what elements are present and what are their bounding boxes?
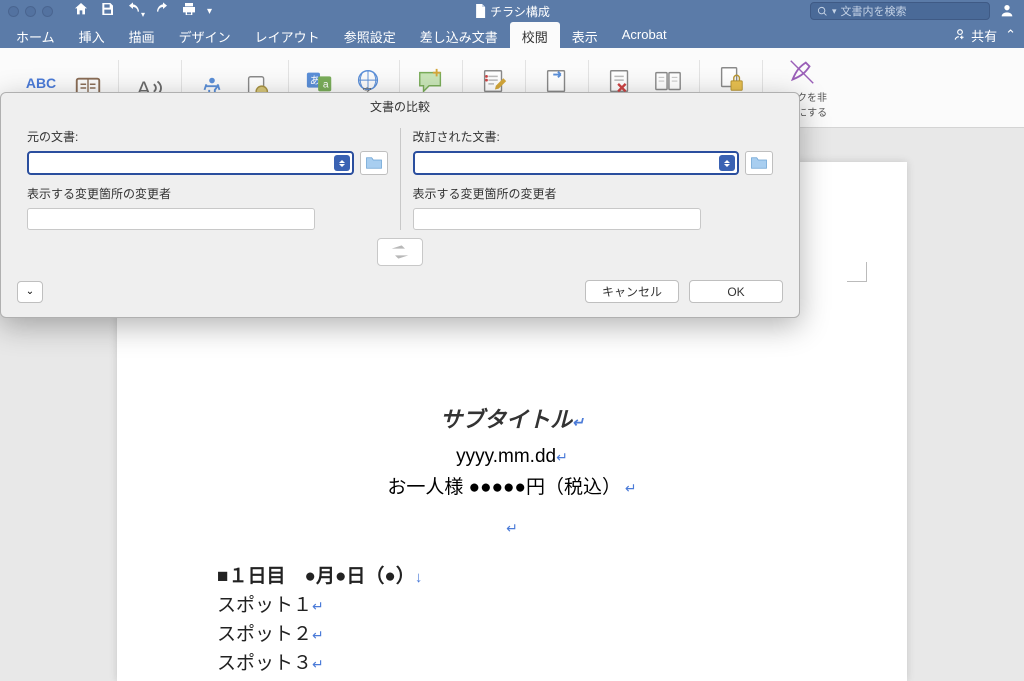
account-icon[interactable]	[998, 2, 1016, 20]
crop-mark-icon	[847, 262, 867, 282]
cancel-button[interactable]: キャンセル	[585, 280, 679, 303]
svg-text:a: a	[323, 80, 329, 91]
home-icon[interactable]	[73, 1, 89, 22]
redo-icon[interactable]	[155, 1, 171, 22]
revised-doc-combo[interactable]	[413, 151, 740, 175]
blank-line: ↵	[217, 517, 807, 539]
save-icon[interactable]	[99, 1, 115, 22]
titlebar: ▾ ▾ チラシ構成 ▾ 文書内を検索	[0, 0, 1024, 22]
tab-acrobat[interactable]: Acrobat	[610, 22, 679, 48]
original-doc-combo[interactable]	[27, 151, 354, 175]
tab-review[interactable]: 校閲	[510, 22, 560, 48]
original-label: 元の文書:	[27, 128, 388, 145]
spot-2: スポット２↵	[217, 619, 807, 646]
search-placeholder: 文書内を検索	[841, 3, 907, 19]
revised-browse-button[interactable]	[745, 151, 773, 175]
tab-design[interactable]: デザイン	[167, 22, 243, 48]
tab-insert[interactable]: 挿入	[67, 22, 117, 48]
combo-arrows-icon	[719, 155, 735, 171]
revised-changes-label: 表示する変更箇所の変更者	[413, 185, 774, 202]
doc-subtitle: サブタイトル↵	[217, 402, 807, 434]
original-author-input[interactable]	[27, 208, 315, 230]
tab-layout[interactable]: レイアウト	[243, 22, 332, 48]
window-controls	[8, 6, 53, 17]
undo-icon[interactable]: ▾	[125, 1, 145, 22]
doc-price: お一人様 ●●●●●円（税込） ↵	[217, 472, 807, 499]
tab-references[interactable]: 参照設定	[332, 22, 408, 48]
collapse-ribbon-icon[interactable]: ⌃	[1005, 27, 1016, 43]
compare-dialog: 文書の比較 元の文書: 表示する変更箇所の変更者 改訂された文書: 表示する変更…	[0, 92, 800, 318]
dialog-title: 文書の比較	[1, 93, 799, 120]
tab-home[interactable]: ホーム	[4, 22, 67, 48]
document-title-text: チラシ構成	[490, 3, 550, 20]
ribbon-tabs: ホーム 挿入 描画 デザイン レイアウト 参照設定 差し込み文書 校閲 表示 A…	[0, 22, 1024, 48]
swap-button[interactable]	[377, 238, 423, 266]
revised-label: 改訂された文書:	[413, 128, 774, 145]
expand-dialog-button[interactable]: ⌄	[17, 281, 43, 303]
document-title: チラシ構成	[474, 3, 550, 20]
quick-access-toolbar: ▾ ▾	[73, 1, 212, 22]
qat-more[interactable]: ▾	[207, 6, 212, 17]
ok-button[interactable]: OK	[689, 280, 783, 303]
minimize-dot[interactable]	[25, 6, 36, 17]
protect-icon	[715, 63, 747, 95]
hideink-icon	[786, 57, 818, 87]
revised-author-input[interactable]	[413, 208, 701, 230]
zoom-dot[interactable]	[42, 6, 53, 17]
day1-heading: ■１日目 ●月●日（●）↓	[217, 561, 807, 588]
print-icon[interactable]	[181, 1, 197, 22]
tab-view[interactable]: 表示	[560, 22, 610, 48]
share-button[interactable]: 共有	[953, 26, 997, 45]
spot-1: スポット１↵	[217, 590, 807, 617]
original-browse-button[interactable]	[360, 151, 388, 175]
search-input[interactable]: ▾ 文書内を検索	[810, 2, 990, 20]
share-label: 共有	[971, 26, 997, 45]
tab-draw[interactable]: 描画	[117, 22, 167, 48]
original-changes-label: 表示する変更箇所の変更者	[27, 185, 388, 202]
doc-date: yyyy.mm.dd↵	[217, 446, 807, 468]
close-dot[interactable]	[8, 6, 19, 17]
tab-mailings[interactable]: 差し込み文書	[408, 22, 510, 48]
spot-3: スポット３↵	[217, 648, 807, 675]
combo-arrows-icon	[334, 155, 350, 171]
